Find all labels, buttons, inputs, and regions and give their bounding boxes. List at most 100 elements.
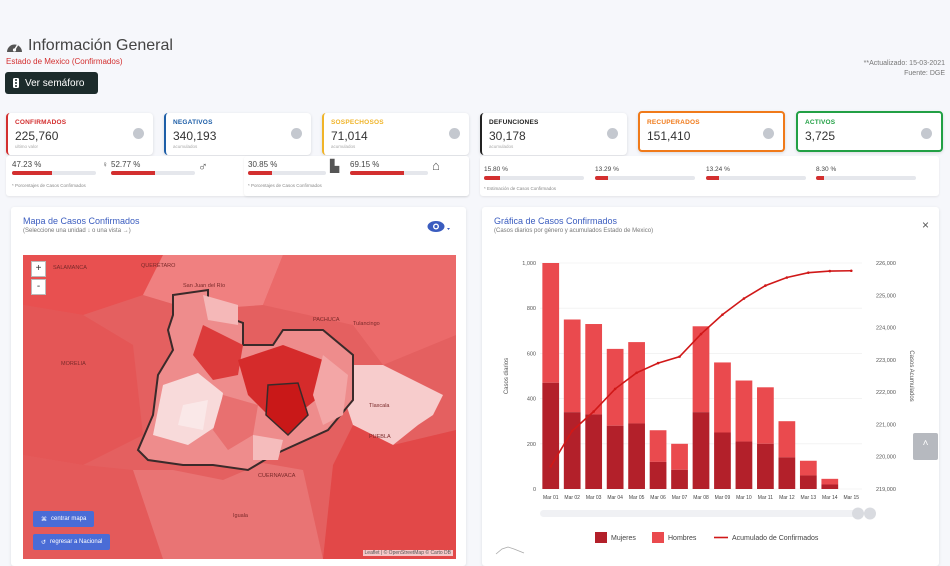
range-handle [864, 507, 876, 520]
scroll-to-top-button[interactable]: ˄ [913, 433, 938, 460]
bar-mujeres [585, 414, 603, 489]
bar-hombres [542, 263, 560, 383]
hospitalized-pct: 69.15 % [350, 160, 380, 169]
bar-mujeres [542, 382, 560, 489]
map-place-label: PACHUCA [313, 317, 340, 323]
view-eye-icon[interactable] [427, 220, 452, 233]
crosshair-icon: ⌘ [41, 516, 47, 523]
map-place-label: PUEBLA [369, 434, 391, 440]
point-acumulado [592, 410, 595, 413]
x-tick-label: Mar 07 [672, 495, 688, 501]
hospital-icon: ▙ [330, 159, 340, 173]
legend-label: Acumulado de Confirmados [732, 535, 819, 542]
card-label: ACTIVOS [805, 119, 836, 126]
card-defunciones[interactable]: DEFUNCIONES 30,178 acumulados [480, 113, 627, 155]
chart-range-track [540, 510, 862, 517]
walking-person-icon [763, 128, 774, 139]
card-sub: acumulados [331, 144, 356, 149]
card-confirmados[interactable]: CONFIRMADOS 225,760 ultimo valor [6, 113, 153, 155]
updated-date: **Actualizado: 15-03-2021 [863, 60, 945, 67]
point-acumulado [785, 276, 789, 279]
map-panel: Mapa de Casos Confirmados (Seleccione un… [11, 207, 466, 566]
bar-mujeres [799, 475, 817, 489]
choropleth-map[interactable]: SALAMANCA QUERÉTARO San Juan del Río PACHUC… [23, 255, 456, 559]
map-place-label: Tlaxcala [369, 403, 390, 409]
women-bar [12, 171, 96, 175]
map-attribution: Leaflet | © OpenStreetMap © Carto DB [362, 550, 453, 556]
point-acumulado [570, 429, 574, 433]
women-pct: 47.23 % [12, 160, 42, 169]
y-tick-label: 800 [527, 306, 536, 312]
bar-mujeres [563, 412, 581, 489]
question-circle-icon [449, 128, 460, 139]
y2-tick-label: 224,000 [876, 326, 896, 332]
x-tick-label: Mar 06 [650, 495, 666, 501]
card-value: 340,193 [173, 129, 217, 143]
comorbidity-pct: 8.30 % [816, 166, 837, 173]
y2-tick-label: 222,000 [876, 390, 896, 396]
page-title: Información General [6, 37, 173, 55]
y-tick-label: 1,000 [522, 261, 536, 267]
x-tick-label: Mar 02 [564, 495, 580, 501]
bar-hombres [671, 443, 688, 470]
men-bar [111, 171, 195, 175]
bar-mujeres [735, 441, 753, 489]
bar-hombres [821, 478, 839, 485]
card-recuperados[interactable]: RECUPERADOS 151,410 [638, 111, 785, 152]
ver-semaforo-button[interactable]: Ver semáforo [5, 72, 98, 94]
bar-hombres [757, 387, 774, 444]
card-label: SOSPECHOSOS [331, 119, 384, 126]
card-label: NEGATIVOS [173, 119, 213, 126]
card-sospechosos[interactable]: SOSPECHOSOS 71,014 acumulados [322, 113, 469, 155]
x-tick-label: Mar 12 [779, 495, 795, 501]
card-activos[interactable]: ACTIVOS 3,725 [796, 111, 943, 152]
x-tick-label: Mar 14 [822, 495, 838, 501]
card-label: RECUPERADOS [647, 119, 700, 126]
point-acumulado [635, 371, 638, 375]
male-icon: ♂ [198, 159, 208, 174]
x-tick-label: Mar 01 [543, 495, 559, 501]
page-title-text: Información General [28, 37, 173, 54]
card-negativos[interactable]: NEGATIVOS 340,193 acumulados [164, 113, 311, 155]
point-acumulado [699, 332, 703, 336]
strip1-note: * Porcentajes de Casos Confirmados [12, 183, 86, 188]
point-acumulado [828, 269, 832, 273]
card-value: 151,410 [647, 129, 691, 143]
legend-swatch-mujeres [595, 532, 607, 543]
mini-navigator-line [495, 546, 525, 555]
y2-tick-label: 219,000 [876, 487, 896, 493]
bar-hombres [778, 421, 796, 458]
ambulatory-bar [248, 171, 326, 175]
center-map-label: centrar mapa [51, 516, 87, 522]
zoom-in-button[interactable]: + [31, 261, 46, 277]
bar-hombres [606, 348, 624, 426]
x-tick-label: Mar 03 [586, 495, 602, 501]
zoom-out-button[interactable]: - [31, 279, 46, 295]
y2-tick-label: 226,000 [876, 261, 896, 267]
map-panel-title: Mapa de Casos Confirmados [23, 216, 140, 226]
x-tick-label: Mar 09 [715, 495, 731, 501]
comorbidity-bar [706, 176, 806, 180]
point-acumulado [764, 284, 767, 287]
point-acumulado [613, 387, 617, 391]
point-acumulado [656, 361, 660, 365]
back-to-national-button[interactable]: ↺ regresar a Nacional [33, 534, 111, 550]
bar-hombres [563, 319, 581, 413]
y-tick-label: 0 [533, 487, 536, 493]
bar-hombres [735, 380, 753, 442]
y2-tick-label: 220,000 [876, 455, 896, 461]
comorbidity-strip: 15.80 % 13.29 % 13.24 % 8.30 % * Estimación… [480, 156, 939, 196]
map-place-label: CUERNAVACA [258, 473, 296, 479]
card-value: 225,760 [15, 129, 59, 143]
bar-mujeres [671, 469, 688, 489]
point-acumulado [721, 313, 724, 316]
strip3-note: * Estimación de Casos Confirmados [484, 186, 557, 191]
x-tick-label: Mar 04 [607, 495, 623, 501]
point-acumulado [849, 269, 853, 273]
center-map-button[interactable]: ⌘ centrar mapa [33, 511, 95, 527]
x-tick-label: Mar 13 [801, 495, 817, 501]
comorbidity-bar [816, 176, 916, 180]
ver-semaforo-label: Ver semáforo [25, 77, 85, 89]
map-place-label: Tulancingo [353, 321, 380, 327]
map-place-label: SALAMANCA [53, 265, 87, 271]
